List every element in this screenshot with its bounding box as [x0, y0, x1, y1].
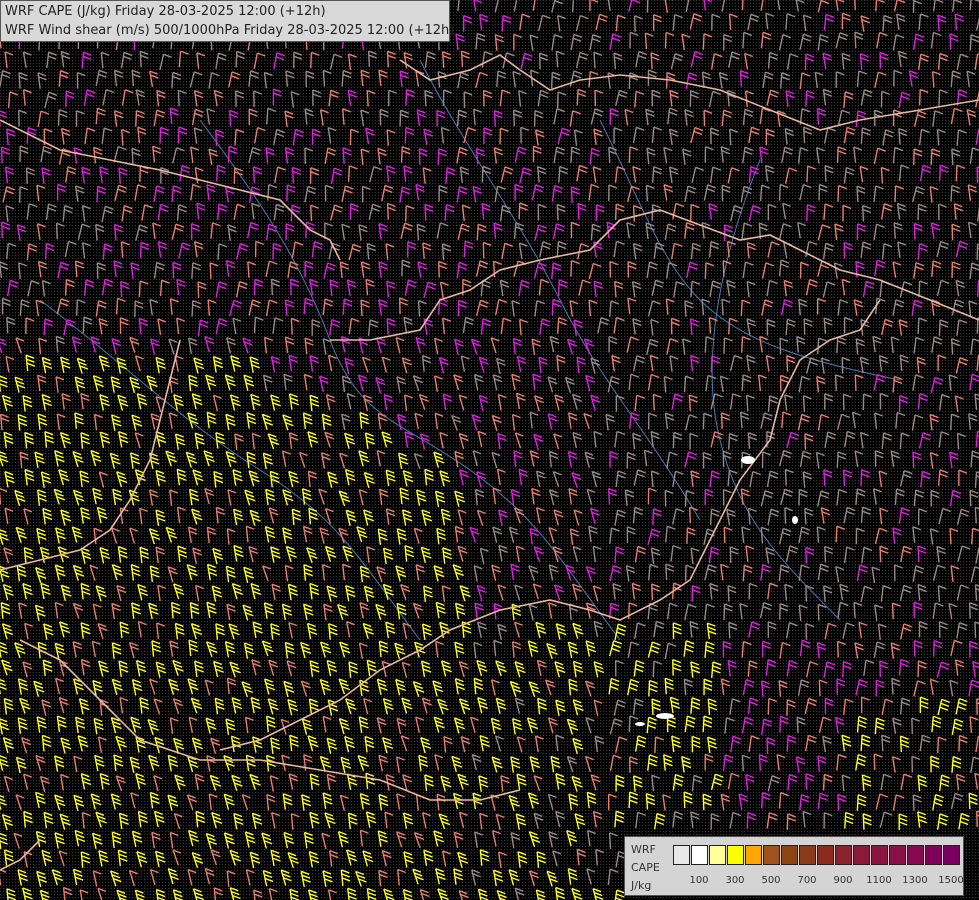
legend-swatch	[673, 845, 690, 865]
legend-swatch	[907, 845, 924, 865]
legend-tick-label: 100	[689, 875, 709, 886]
cape-legend: WRF CAPE J/kg 100 300 500 700 900 1100 1300 150…	[624, 836, 964, 896]
legend-tick-label: 1100	[866, 875, 892, 886]
legend-swatch	[853, 845, 870, 865]
legend-tick-label: 1500	[938, 875, 964, 886]
legend-swatch	[817, 845, 834, 865]
title-cape: WRF CAPE (J/kg) Friday 28-03-2025 12:00 …	[5, 4, 326, 19]
map-canvas	[0, 0, 979, 900]
lake-shape	[656, 713, 674, 719]
legend-unit: J/kg	[631, 879, 652, 892]
legend-swatch	[943, 845, 960, 865]
legend-swatch	[763, 845, 780, 865]
legend-swatch	[691, 845, 708, 865]
legend-swatch	[745, 845, 762, 865]
legend-swatch	[835, 845, 852, 865]
legend-swatch	[727, 845, 744, 865]
legend-tick-label: 300	[725, 875, 745, 886]
title-wind-shear: WRF Wind shear (m/s) 500/1000hPa Friday …	[5, 23, 455, 38]
map-background	[0, 0, 979, 900]
legend-label-wrf: WRF	[631, 843, 656, 856]
lake-shape	[741, 456, 755, 464]
legend-swatch	[799, 845, 816, 865]
map-title-box: WRF CAPE (J/kg) Friday 28-03-2025 12:00 …	[0, 0, 455, 42]
legend-tick-label: 700	[797, 875, 817, 886]
legend-tick-label: 500	[761, 875, 781, 886]
legend-swatch	[709, 845, 726, 865]
legend-swatch	[781, 845, 798, 865]
legend-tick-label: 1300	[902, 875, 928, 886]
lake-shape	[792, 516, 798, 524]
legend-swatch	[889, 845, 906, 865]
legend-swatch	[871, 845, 888, 865]
legend-label-cape: CAPE	[631, 861, 660, 874]
lake-shape	[635, 722, 645, 726]
legend-tick-label: 900	[833, 875, 853, 886]
legend-swatch	[925, 845, 942, 865]
